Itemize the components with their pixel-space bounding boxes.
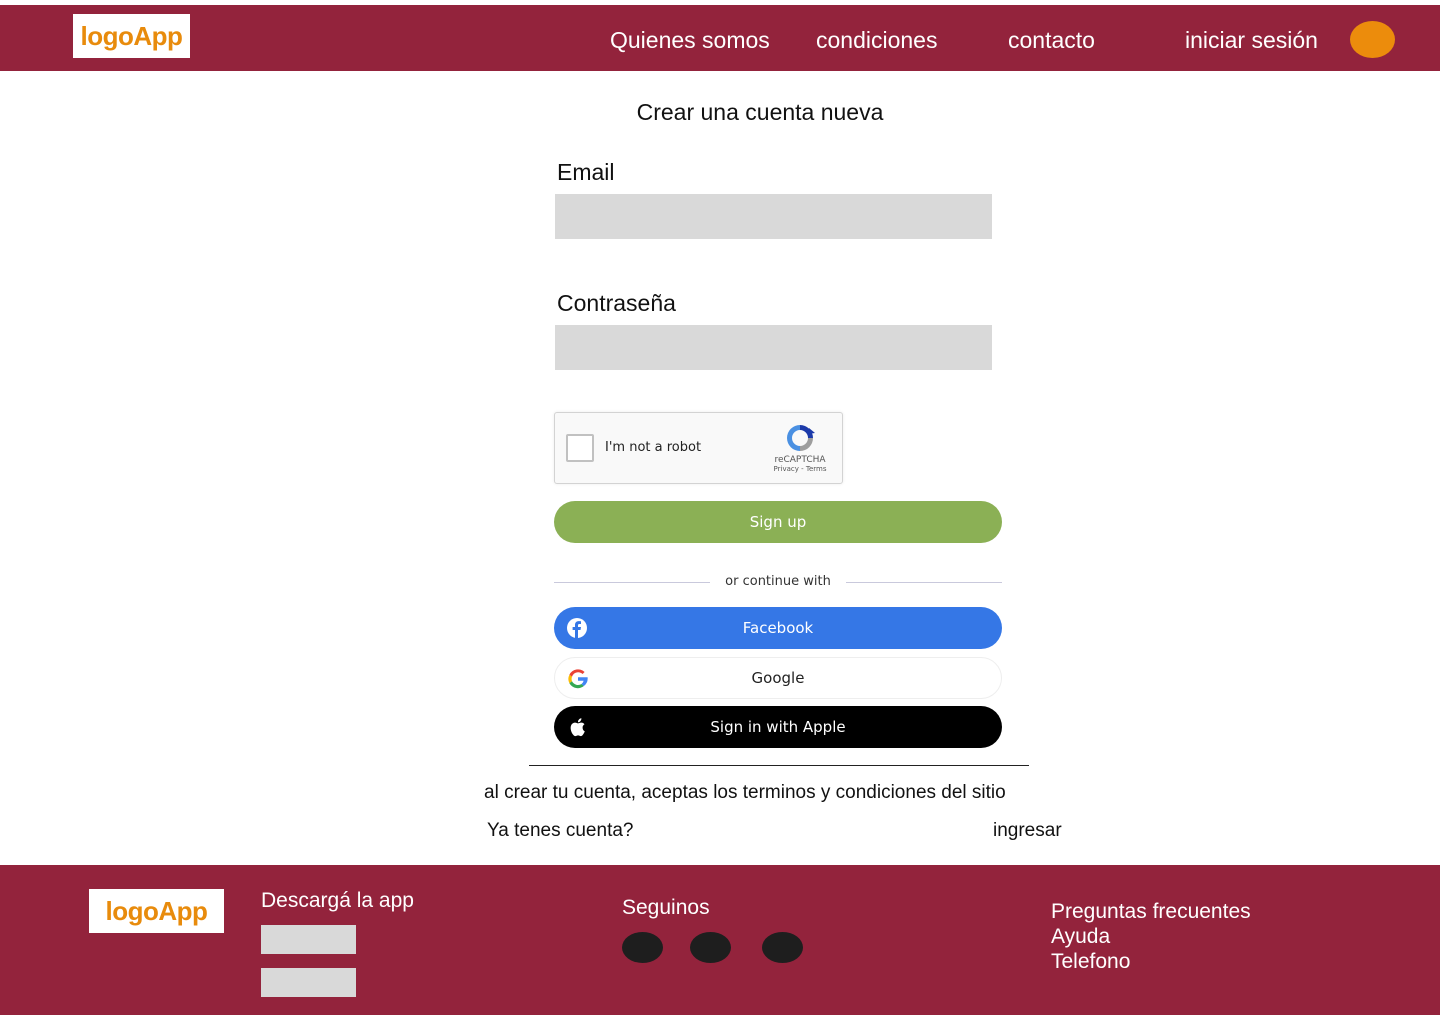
recaptcha-widget: I'm not a robot reCAPTCHA Privacy - Term… bbox=[554, 412, 843, 484]
recaptcha-links[interactable]: Privacy - Terms bbox=[770, 465, 830, 473]
divider-text: or continue with bbox=[725, 574, 831, 589]
facebook-button[interactable]: Facebook bbox=[554, 607, 1002, 649]
recaptcha-logo: reCAPTCHA Privacy - Terms bbox=[770, 422, 830, 473]
top-navbar: logoApp Quienes somos condiciones contac… bbox=[0, 5, 1440, 71]
email-label: Email bbox=[557, 159, 615, 185]
facebook-label: Facebook bbox=[742, 619, 814, 637]
google-icon bbox=[567, 668, 589, 690]
footer-links: Preguntas frecuentes Ayuda Telefono bbox=[1051, 899, 1251, 974]
avatar[interactable] bbox=[1350, 21, 1395, 58]
password-field[interactable] bbox=[555, 325, 992, 370]
recaptcha-icon bbox=[787, 425, 815, 451]
play-store-badge[interactable] bbox=[261, 968, 356, 997]
social-icon-2[interactable] bbox=[690, 932, 731, 963]
footer-link-phone[interactable]: Telefono bbox=[1051, 949, 1251, 974]
page-title: Crear una cuenta nueva bbox=[636, 99, 884, 125]
signup-button[interactable]: Sign up bbox=[554, 501, 1002, 543]
footer-link-help[interactable]: Ayuda bbox=[1051, 924, 1251, 949]
email-field[interactable] bbox=[555, 194, 992, 239]
signup-label: Sign up bbox=[749, 513, 807, 531]
nav-iniciar-sesion[interactable]: iniciar sesión bbox=[1185, 27, 1318, 54]
apple-label: Sign in with Apple bbox=[710, 718, 846, 736]
apple-icon bbox=[566, 716, 588, 738]
header-logo[interactable]: logoApp bbox=[73, 14, 190, 58]
social-icon-3[interactable] bbox=[762, 932, 803, 963]
terms-text: al crear tu cuenta, aceptas los terminos… bbox=[484, 782, 1006, 803]
footer-link-faq[interactable]: Preguntas frecuentes bbox=[1051, 899, 1251, 924]
app-store-badge[interactable] bbox=[261, 925, 356, 954]
social-icon-1[interactable] bbox=[622, 932, 663, 963]
apple-button[interactable]: Sign in with Apple bbox=[554, 706, 1002, 748]
follow-heading: Seguinos bbox=[622, 896, 710, 919]
recaptcha-brand: reCAPTCHA bbox=[774, 455, 826, 465]
section-divider bbox=[529, 765, 1029, 766]
login-link[interactable]: ingresar bbox=[993, 820, 1062, 842]
footer-logo[interactable]: logoApp bbox=[89, 889, 224, 933]
nav-contacto[interactable]: contacto bbox=[1008, 27, 1095, 54]
google-button[interactable]: Google bbox=[554, 657, 1002, 699]
nav-condiciones[interactable]: condiciones bbox=[816, 27, 937, 54]
google-label: Google bbox=[751, 669, 805, 687]
recaptcha-checkbox[interactable] bbox=[566, 434, 594, 462]
recaptcha-label: I'm not a robot bbox=[605, 440, 702, 455]
nav-quienes-somos[interactable]: Quienes somos bbox=[610, 27, 770, 54]
have-account-text: Ya tenes cuenta? bbox=[487, 820, 634, 841]
password-label: Contraseña bbox=[557, 290, 676, 316]
footer: logoApp Descargá la app Seguinos Pregunt… bbox=[0, 865, 1440, 1015]
download-app-heading: Descargá la app bbox=[261, 889, 414, 912]
facebook-icon bbox=[566, 617, 588, 639]
